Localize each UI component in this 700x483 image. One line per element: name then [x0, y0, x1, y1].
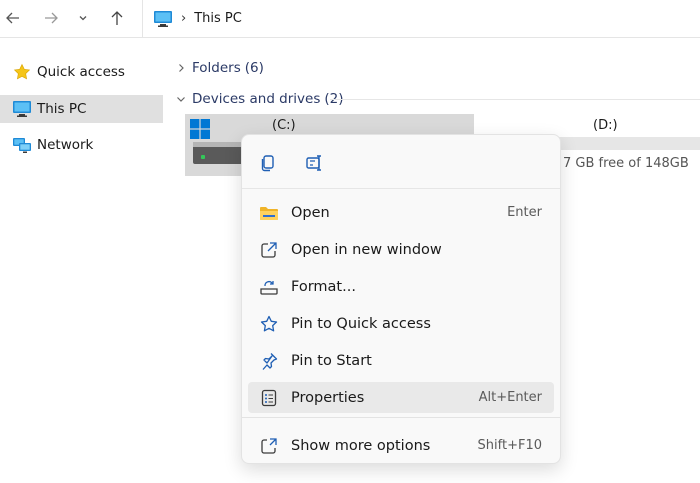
pin-icon: [258, 350, 280, 372]
menu-item-label: Show more options: [291, 437, 431, 454]
copy-button[interactable]: [255, 150, 281, 176]
menu-item-label: Pin to Start: [291, 352, 372, 369]
hard-drive-icon: [193, 142, 243, 164]
recent-locations-button[interactable]: [71, 6, 95, 30]
breadcrumb-separator-icon: ›: [181, 11, 187, 26]
chevron-down-icon: [79, 16, 87, 21]
up-button[interactable]: [104, 6, 130, 30]
menu-item-label: Format...: [291, 278, 356, 295]
back-button[interactable]: [0, 6, 26, 30]
group-divider: [330, 99, 700, 100]
group-label: Devices and drives: [192, 91, 321, 107]
arrow-right-icon: [45, 12, 58, 24]
menu-item-label: Properties: [291, 389, 365, 406]
sidebar-item-label: Quick access: [37, 64, 125, 80]
network-icon: [12, 136, 32, 154]
chevron-right-icon: [174, 63, 188, 73]
menu-item-format[interactable]: Format...: [248, 271, 554, 302]
chevron-down-icon: [174, 94, 188, 104]
rename-icon: [306, 155, 321, 171]
monitor-icon: [154, 10, 172, 27]
sidebar-item-label: Network: [37, 137, 94, 153]
sidebar-item-network[interactable]: Network: [0, 131, 163, 159]
menu-item-label: Open in new window: [291, 241, 442, 258]
sidebar-item-quick-access[interactable]: Quick access: [0, 58, 163, 86]
star-outline-icon: [258, 313, 280, 335]
properties-icon: [258, 387, 280, 409]
folder-icon: [258, 202, 280, 224]
rename-button[interactable]: [302, 150, 328, 176]
open-external-icon: [258, 239, 280, 261]
windows-logo-icon: [190, 119, 210, 139]
address-bar[interactable]: › This PC: [142, 0, 700, 37]
menu-divider: [242, 417, 560, 418]
menu-item-shortcut: Shift+F10: [477, 438, 542, 453]
group-folders[interactable]: Folders (6): [174, 57, 264, 79]
context-menu: Open Enter Open in new window Format... …: [241, 134, 561, 464]
menu-item-show-more-options[interactable]: Show more options Shift+F10: [248, 430, 554, 461]
more-options-icon: [258, 435, 280, 457]
monitor-icon: [12, 100, 32, 118]
arrow-left-icon: [6, 12, 19, 24]
menu-item-pin-to-quick-access[interactable]: Pin to Quick access: [248, 308, 554, 339]
group-label: Folders: [192, 60, 241, 76]
navigation-pane: Quick access This PC Network: [0, 38, 170, 483]
menu-item-label: Open: [291, 204, 330, 221]
sidebar-item-this-pc[interactable]: This PC: [0, 95, 163, 123]
navigation-bar: › This PC: [0, 0, 700, 38]
forward-button[interactable]: [38, 6, 64, 30]
menu-item-properties[interactable]: Properties Alt+Enter: [248, 382, 554, 413]
group-devices-and-drives[interactable]: Devices and drives (2): [174, 88, 344, 110]
star-icon: [12, 63, 32, 81]
drive-free-space: 7 GB free of 148GB: [563, 156, 689, 171]
drive-label: (D:): [593, 118, 618, 133]
menu-item-shortcut: Alt+Enter: [478, 390, 542, 405]
sidebar-item-label: This PC: [37, 101, 87, 117]
menu-item-pin-to-start[interactable]: Pin to Start: [248, 345, 554, 376]
menu-item-open-in-new-window[interactable]: Open in new window: [248, 234, 554, 265]
menu-item-label: Pin to Quick access: [291, 315, 431, 332]
drive-label: (C:): [272, 118, 296, 133]
copy-icon: [261, 155, 274, 172]
menu-item-open[interactable]: Open Enter: [248, 197, 554, 228]
group-count: (6): [244, 60, 264, 76]
breadcrumb-this-pc[interactable]: This PC: [194, 11, 242, 26]
format-drive-icon: [258, 276, 280, 298]
arrow-up-icon: [111, 11, 123, 25]
context-menu-quick-actions: [242, 135, 560, 189]
menu-item-shortcut: Enter: [507, 205, 542, 220]
